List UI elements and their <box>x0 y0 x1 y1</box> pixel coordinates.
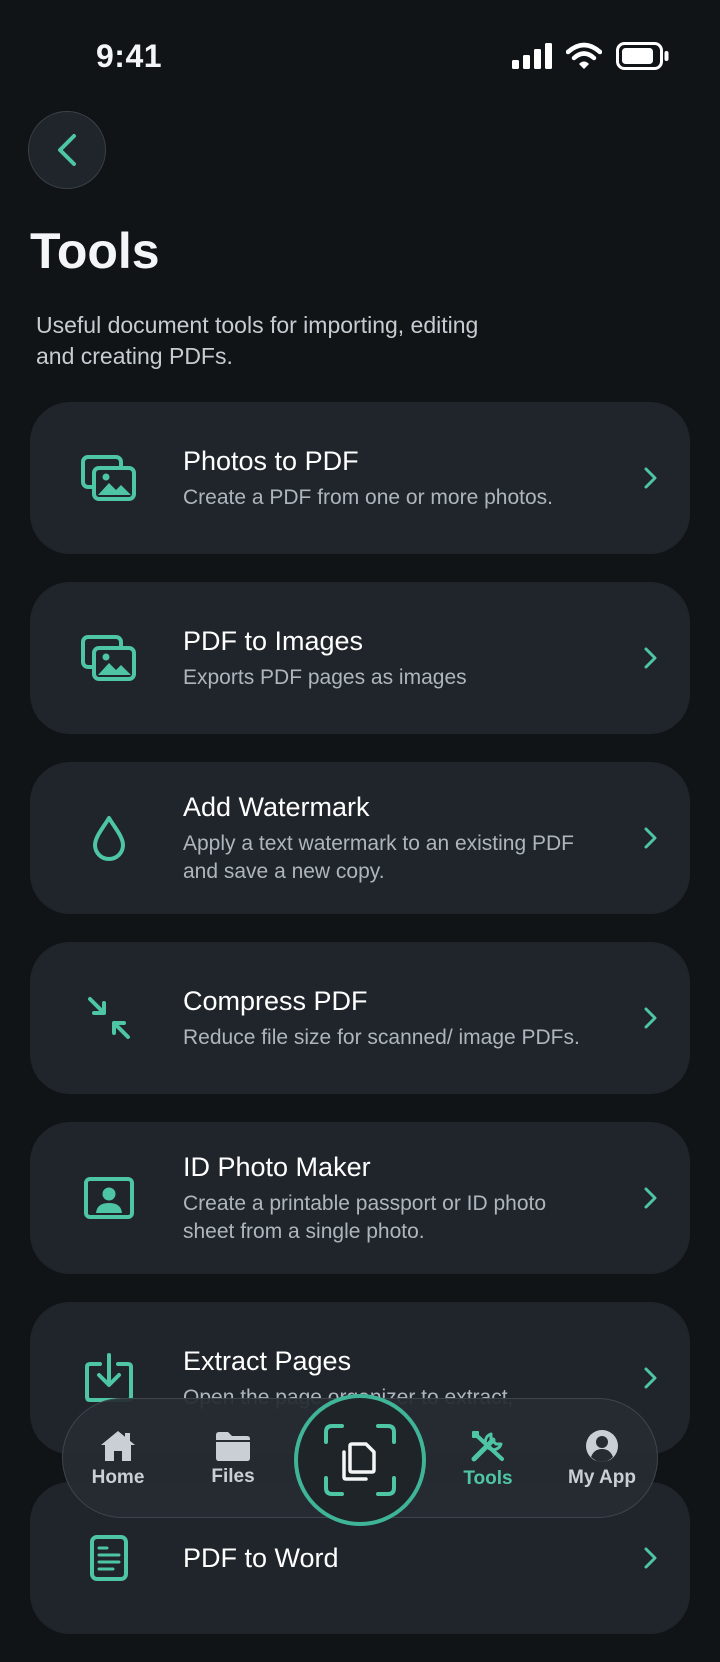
chevron-right-icon <box>644 647 657 669</box>
tool-card-compress-pdf[interactable]: Compress PDF Reduce file size for scanne… <box>30 942 690 1094</box>
tab-tools[interactable]: Tools <box>433 1399 543 1519</box>
tab-label: Tools <box>463 1468 513 1489</box>
tab-home[interactable]: Home <box>63 1399 173 1519</box>
scan-document-button[interactable] <box>294 1394 426 1526</box>
scan-document-icon <box>324 1424 396 1496</box>
tool-title: Add Watermark <box>183 792 370 822</box>
tool-title: Compress PDF <box>183 986 368 1016</box>
status-time: 9:41 <box>96 38 163 74</box>
tool-description: Create a PDF from one or more photos. <box>183 486 553 509</box>
battery-icon <box>616 42 669 70</box>
tab-my-app[interactable]: My App <box>547 1399 657 1519</box>
droplet-icon <box>80 809 138 867</box>
chevron-right-icon <box>644 827 657 849</box>
id-photo-icon <box>80 1169 138 1227</box>
chevron-right-icon <box>644 1187 657 1209</box>
chevron-left-icon <box>58 134 76 166</box>
tool-description: Apply a text watermark to an existing PD… <box>183 832 574 883</box>
tool-title: ID Photo Maker <box>183 1152 371 1182</box>
tool-title: PDF to Word <box>183 1543 339 1573</box>
wifi-icon <box>566 42 602 69</box>
tool-card-photos-to-pdf[interactable]: Photos to PDF Create a PDF from one or m… <box>30 402 690 554</box>
tools-icon <box>471 1431 504 1462</box>
tab-label: My App <box>568 1467 636 1488</box>
tool-card-pdf-to-images[interactable]: PDF to Images Exports PDF pages as image… <box>30 582 690 734</box>
tab-label: Home <box>91 1467 145 1488</box>
signal-icon <box>512 43 552 69</box>
home-icon <box>101 1431 135 1461</box>
word-doc-icon <box>80 1529 138 1587</box>
tool-title: PDF to Images <box>183 626 364 656</box>
images-icon <box>80 629 138 687</box>
photos-icon <box>80 449 138 507</box>
tool-description: Create a printable passport or ID photo … <box>183 1192 547 1243</box>
tab-files[interactable]: Files <box>178 1399 288 1519</box>
chevron-right-icon <box>644 467 657 489</box>
tool-card-id-photo-maker[interactable]: ID Photo Maker Create a printable passpo… <box>30 1122 690 1274</box>
chevron-right-icon <box>644 1367 657 1389</box>
tool-title: Extract Pages <box>183 1346 352 1376</box>
tool-title: Photos to PDF <box>183 446 359 476</box>
tool-description: Exports PDF pages as images <box>183 666 467 689</box>
chevron-right-icon <box>644 1007 657 1029</box>
tab-label: Files <box>211 1466 255 1487</box>
compress-icon <box>80 989 138 1047</box>
chevron-right-icon <box>644 1547 657 1569</box>
profile-icon <box>586 1430 618 1462</box>
tool-card-add-watermark[interactable]: Add Watermark Apply a text watermark to … <box>30 762 690 914</box>
page-subtitle: Useful document tools for importing, edi… <box>36 312 479 369</box>
page-title: Tools <box>30 223 160 279</box>
tool-description: Reduce file size for scanned/ image PDFs… <box>183 1026 580 1049</box>
back-button[interactable] <box>28 111 106 189</box>
folder-icon <box>216 1432 250 1461</box>
